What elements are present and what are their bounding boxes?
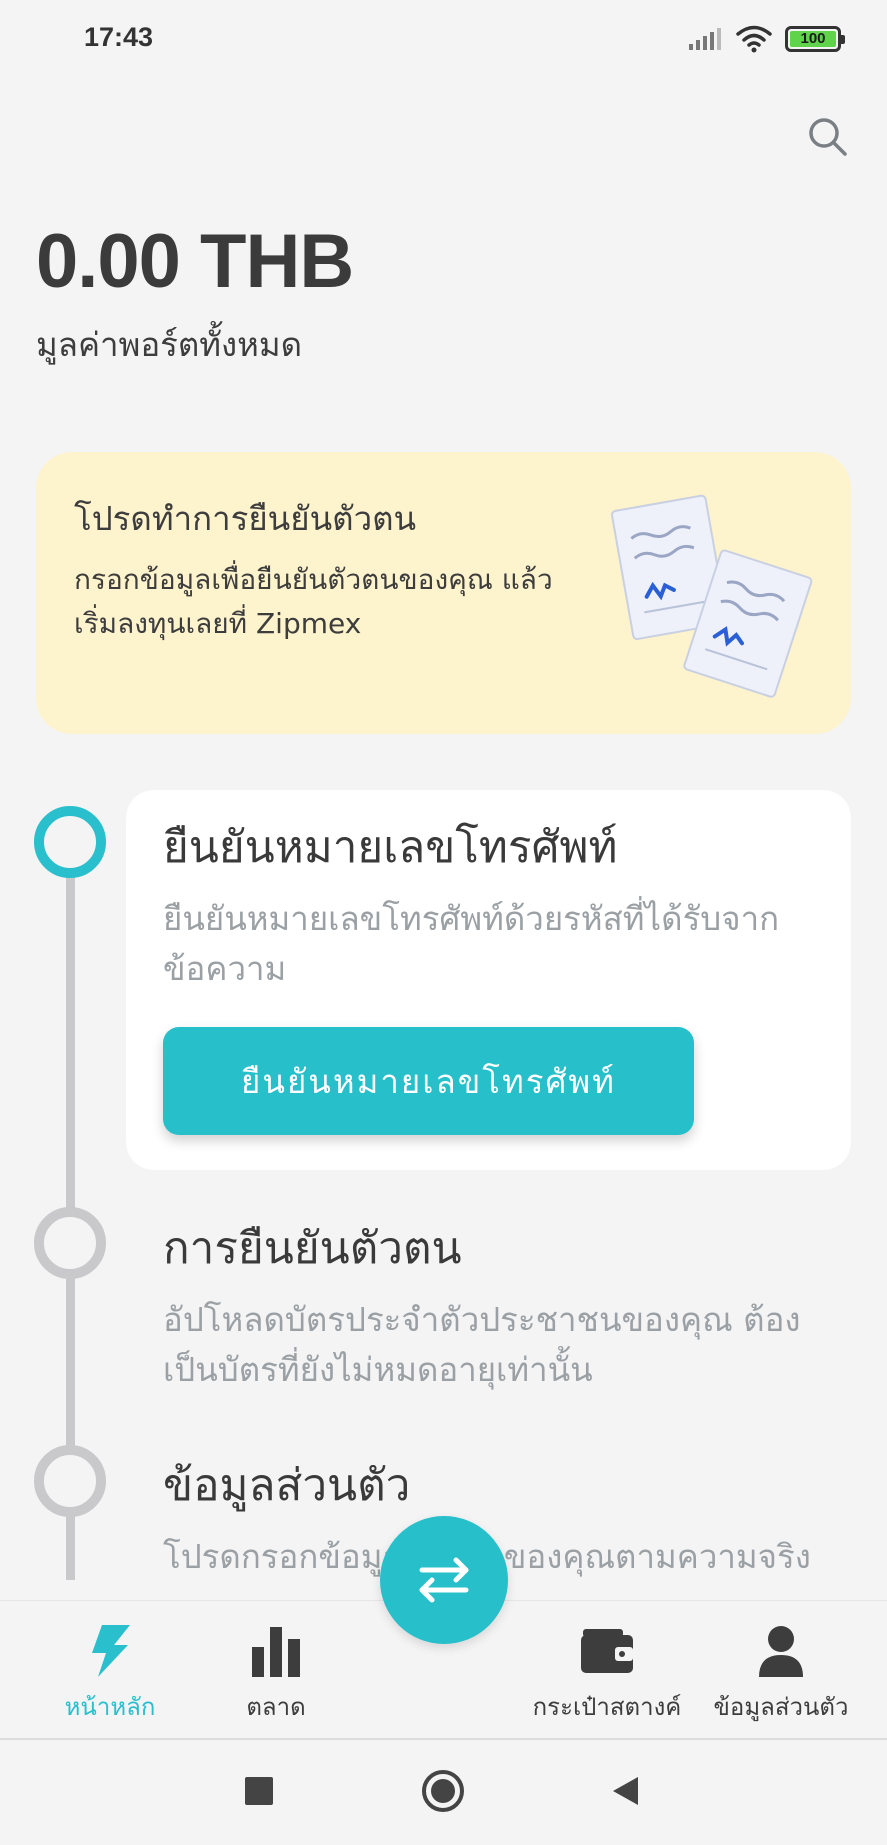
nav-label-market: ตลาด <box>246 1693 306 1721</box>
wallet-icon <box>577 1621 637 1681</box>
signal-icon <box>689 28 721 50</box>
square-icon <box>245 1777 273 1805</box>
system-navigation-bar <box>0 1738 887 1845</box>
step-indicator-phone <box>34 806 106 878</box>
triangle-back-icon <box>613 1777 638 1805</box>
nav-label-wallet: กระเป๋าสตางค์ <box>532 1693 682 1721</box>
step-description-personal-info: โปรดกรอกข้อมูลส่วนตัวของคุณตามความจริง <box>163 1532 853 1592</box>
back-button[interactable] <box>600 1766 650 1816</box>
circle-icon <box>422 1770 464 1812</box>
step-indicator-identity <box>34 1207 106 1279</box>
status-icons: 100 <box>687 24 845 54</box>
portfolio-balance: 0.00 THB <box>36 219 354 304</box>
documents-icon <box>611 494 813 698</box>
kyc-banner[interactable]: โปรดทำการยืนยันตัวตน กรอกข้อมูลเพื่อยืนย… <box>36 452 851 734</box>
kyc-banner-description: กรอกข้อมูลเพื่อยืนยันตัวตนของคุณ แล้วเริ… <box>74 563 553 640</box>
nav-item-profile[interactable]: ข้อมูลส่วนตัว <box>706 1621 856 1726</box>
lightning-icon <box>80 1621 140 1681</box>
swap-arrows-icon <box>419 1557 469 1603</box>
nav-item-home[interactable]: หน้าหลัก <box>50 1621 170 1726</box>
battery-icon: 100 <box>785 26 845 52</box>
battery-level: 100 <box>790 31 836 47</box>
nav-label-profile: ข้อมูลส่วนตัว <box>713 1693 849 1721</box>
status-time: 17:43 <box>84 22 154 52</box>
step-indicator-personal-info <box>34 1445 106 1517</box>
recents-button[interactable] <box>234 1766 284 1816</box>
swap-button[interactable] <box>380 1516 508 1644</box>
search-button[interactable] <box>803 112 853 162</box>
bar-chart-icon <box>246 1621 306 1681</box>
wifi-icon <box>736 25 772 53</box>
step-description-identity: อัปโหลดบัตรประจำตัวประชาชนของคุณ ต้องเป็… <box>163 1300 801 1389</box>
status-bar: 17:43 100 <box>0 0 887 80</box>
person-icon <box>751 1621 811 1681</box>
nav-label-home: หน้าหลัก <box>64 1693 156 1721</box>
step-title-personal-info[interactable]: ข้อมูลส่วนตัว <box>163 1450 410 1520</box>
step-title-identity[interactable]: การยืนยันตัวตน <box>163 1213 462 1283</box>
step-description-phone: ยืนยันหมายเลขโทรศัพท์ด้วยรหัสที่ได้รับจา… <box>163 899 780 988</box>
home-button[interactable] <box>418 1766 468 1816</box>
search-icon <box>809 118 847 156</box>
verify-phone-button[interactable]: ยืนยันหมายเลขโทรศัพท์ <box>163 1027 694 1135</box>
nav-item-wallet[interactable]: กระเป๋าสตางค์ <box>532 1621 682 1726</box>
nav-item-market[interactable]: ตลาด <box>216 1621 336 1726</box>
step-title-phone: ยืนยันหมายเลขโทรศัพท์ <box>163 822 618 873</box>
portfolio-balance-label: มูลค่าพอร์ตทั้งหมด <box>36 325 303 364</box>
kyc-banner-title: โปรดทำการยืนยันตัวตน <box>74 499 417 538</box>
